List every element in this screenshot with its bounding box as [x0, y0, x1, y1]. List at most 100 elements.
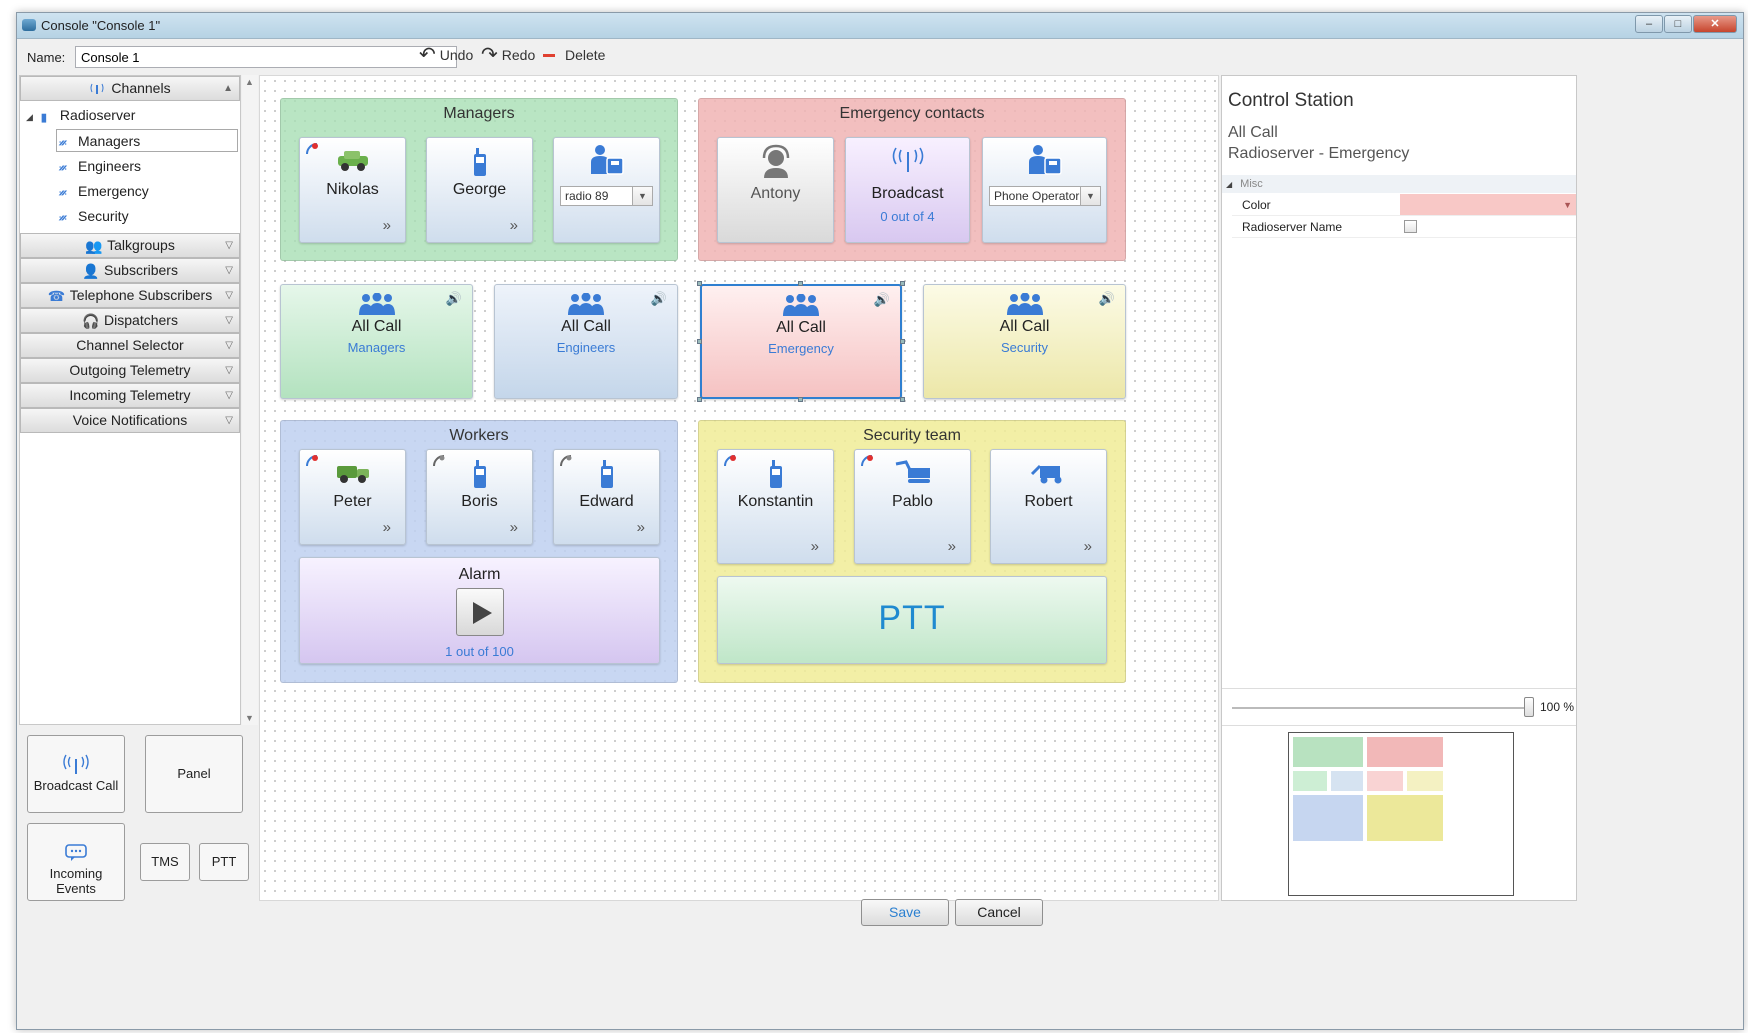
navigator-thumbnail[interactable]: [1288, 732, 1514, 896]
tile-robert[interactable]: Robert »: [990, 449, 1107, 564]
dispatchers-header[interactable]: 🎧 Dispatchers ▽: [20, 308, 240, 333]
toolbox-scrollbar[interactable]: ▲ ▼: [242, 75, 258, 725]
incoming-telemetry-header[interactable]: Incoming Telemetry ▽: [20, 383, 240, 408]
undo-button[interactable]: ↶ Undo: [419, 45, 473, 65]
tile-radio-89[interactable]: radio 89 ▼: [553, 137, 660, 243]
more-icon[interactable]: »: [383, 217, 391, 234]
tile-antony[interactable]: Antony: [717, 137, 834, 243]
tree-item-security[interactable]: 𝄏 Security: [59, 208, 129, 225]
tile-all-call-managers[interactable]: 🔊 All Call Managers: [280, 284, 473, 399]
broadcast-call-label: Broadcast Call: [33, 778, 119, 793]
cancel-button[interactable]: Cancel: [955, 899, 1043, 926]
resize-handle[interactable]: [798, 397, 803, 402]
ptt-label: PTT: [878, 599, 946, 637]
tile-all-call-security[interactable]: 🔊 All Call Security: [923, 284, 1126, 399]
outgoing-telemetry-header[interactable]: Outgoing Telemetry ▽: [20, 358, 240, 383]
alarm-play-button[interactable]: [456, 588, 504, 636]
tms-tool[interactable]: TMS: [140, 843, 190, 881]
thumb-allcall: [1331, 771, 1363, 791]
redo-button[interactable]: ↷ Redo: [481, 45, 535, 65]
more-icon[interactable]: »: [637, 519, 645, 536]
broadcast-call-tool[interactable]: Broadcast Call: [27, 735, 125, 813]
ptt-tool[interactable]: PTT: [199, 843, 249, 881]
tree-item-managers[interactable]: 𝄏 Managers: [56, 129, 238, 152]
radio-icon: [473, 148, 486, 176]
resize-handle[interactable]: [900, 281, 905, 286]
tree-item-emergency[interactable]: 𝄏 Emergency: [59, 183, 149, 200]
minimize-button[interactable]: –: [1635, 15, 1663, 33]
more-icon[interactable]: »: [383, 519, 391, 536]
tile-alarm[interactable]: Alarm 1 out of 100: [299, 557, 660, 664]
tile-phone-operator[interactable]: Phone Operator ▼: [982, 137, 1107, 243]
channel-icon: 𝄏: [59, 188, 67, 200]
chevron-down-icon[interactable]: ▼: [632, 187, 652, 205]
speaker-icon[interactable]: 🔊: [446, 291, 462, 307]
panel-tool[interactable]: Panel: [145, 735, 243, 813]
tile-name: Antony: [750, 185, 801, 202]
chevron-down-icon[interactable]: ▼: [1080, 187, 1100, 205]
speaker-icon[interactable]: 🔊: [1099, 291, 1115, 307]
tree-radioserver[interactable]: ◢ ▮ Radioserver: [26, 107, 135, 124]
radio-icon: [600, 460, 613, 488]
tile-broadcast[interactable]: Broadcast 0 out of 4: [845, 137, 970, 243]
group-security-team[interactable]: Security team Konstantin » Pablo » Rober…: [698, 420, 1126, 683]
tile-edward[interactable]: Edward »: [553, 449, 660, 545]
color-value-swatch[interactable]: ▼: [1400, 194, 1576, 215]
phone-operator-select[interactable]: Phone Operator ▼: [989, 186, 1101, 206]
scroll-down-icon[interactable]: ▼: [245, 713, 254, 723]
resize-handle[interactable]: [697, 339, 702, 344]
channels-header[interactable]: Channels ▲: [20, 76, 240, 101]
more-icon[interactable]: »: [811, 538, 819, 555]
expand-icon: ▽: [225, 315, 233, 326]
tree-item-engineers[interactable]: 𝄏 Engineers: [59, 158, 141, 175]
save-button[interactable]: Save: [861, 899, 949, 926]
tile-boris[interactable]: Boris »: [426, 449, 533, 545]
chevron-down-icon[interactable]: ▼: [1563, 194, 1572, 216]
expand-icon: ▽: [225, 390, 233, 401]
radioserver-name-checkbox[interactable]: [1404, 220, 1417, 233]
more-icon[interactable]: »: [510, 217, 518, 234]
resize-handle[interactable]: [900, 397, 905, 402]
design-canvas[interactable]: Managers Nikolas » George » radio 89 ▼ Em…: [259, 75, 1219, 901]
ptt-label: PTT: [211, 854, 237, 869]
group-workers[interactable]: Workers Peter » Boris » Edward » Alarm 1…: [280, 420, 678, 683]
name-input[interactable]: [75, 46, 457, 68]
tile-peter[interactable]: Peter »: [299, 449, 406, 545]
misc-section[interactable]: ◢ Misc: [1222, 175, 1576, 193]
telephone-subscribers-header[interactable]: ☎ Telephone Subscribers ▽: [20, 283, 240, 308]
resize-handle[interactable]: [697, 281, 702, 286]
tile-all-call-emergency[interactable]: 🔊 All Call Emergency: [700, 284, 902, 399]
subscribers-header[interactable]: 👤 Subscribers ▽: [20, 258, 240, 283]
tile-george[interactable]: George »: [426, 137, 533, 243]
group-emergency-contacts[interactable]: Emergency contacts Antony Broadcast 0 ou…: [698, 98, 1126, 261]
voice-notifications-header[interactable]: Voice Notifications ▽: [20, 408, 240, 433]
incoming-events-tool[interactable]: Incoming Events: [27, 823, 125, 901]
group-managers[interactable]: Managers Nikolas » George » radio 89 ▼: [280, 98, 678, 261]
delete-button[interactable]: Delete: [543, 47, 605, 63]
tile-konstantin[interactable]: Konstantin »: [717, 449, 834, 564]
close-button[interactable]: ✕: [1693, 15, 1737, 33]
property-radioserver-name: Radioserver Name: [1232, 216, 1576, 238]
scroll-up-icon[interactable]: ▲: [245, 77, 254, 87]
maximize-button[interactable]: □: [1664, 15, 1692, 33]
resize-handle[interactable]: [900, 339, 905, 344]
more-icon[interactable]: »: [948, 538, 956, 555]
ptt-button[interactable]: PTT: [717, 576, 1107, 664]
resize-handle[interactable]: [697, 397, 702, 402]
tile-nikolas[interactable]: Nikolas »: [299, 137, 406, 243]
zoom-slider-thumb[interactable]: [1524, 697, 1534, 717]
radio-select-value: radio 89: [565, 189, 609, 203]
more-icon[interactable]: »: [1084, 538, 1092, 555]
zoom-track[interactable]: [1232, 707, 1532, 709]
talkgroups-header[interactable]: 👥 Talkgroups ▽: [20, 233, 240, 258]
speaker-icon[interactable]: 🔊: [651, 291, 667, 307]
speaker-icon[interactable]: 🔊: [874, 292, 890, 308]
more-icon[interactable]: »: [510, 519, 518, 536]
radio-select[interactable]: radio 89 ▼: [560, 186, 653, 206]
tile-pablo[interactable]: Pablo »: [854, 449, 971, 564]
thumb-allcall: [1293, 771, 1327, 791]
channel-selector-header[interactable]: Channel Selector ▽: [20, 333, 240, 358]
resize-handle[interactable]: [798, 281, 803, 286]
tile-name: Pablo: [892, 493, 933, 510]
tile-all-call-engineers[interactable]: 🔊 All Call Engineers: [494, 284, 678, 399]
